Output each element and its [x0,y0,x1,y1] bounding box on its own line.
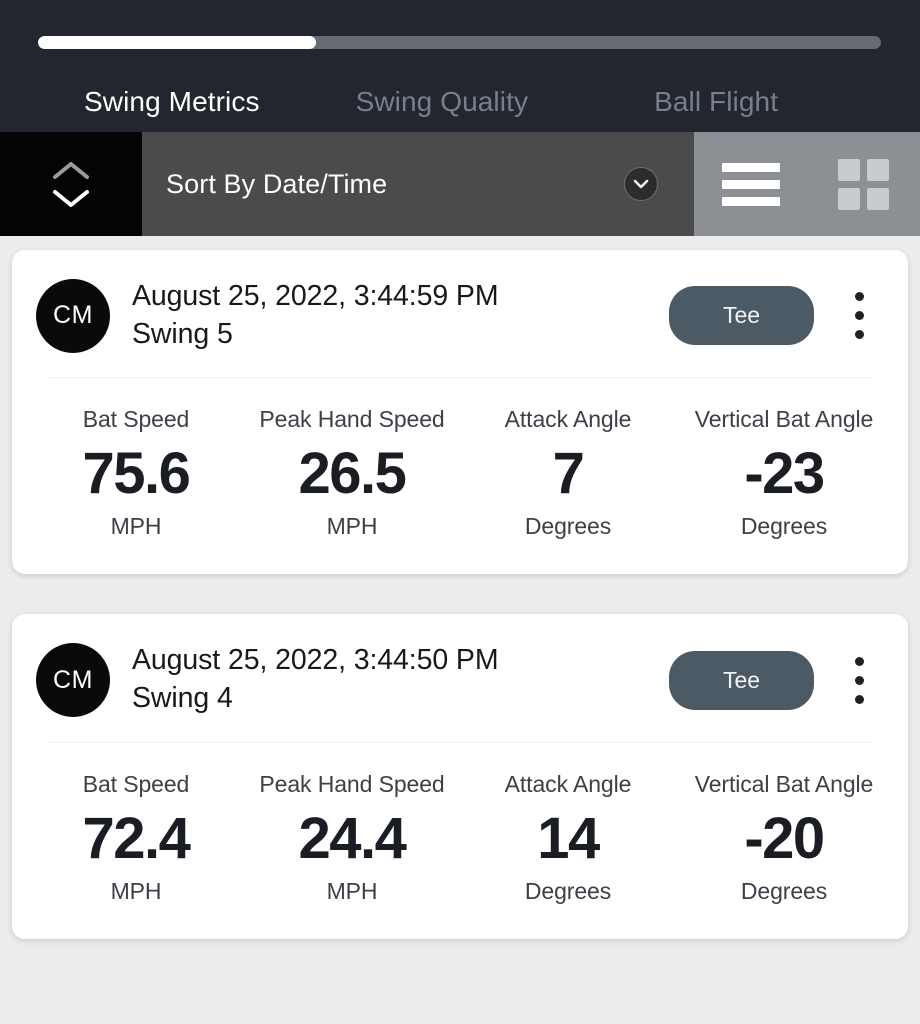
status-badge[interactable]: Tee [669,286,814,346]
chevron-up-icon [53,161,89,179]
metric-value: 7 [552,441,585,507]
metric-label: Attack Angle [504,770,632,797]
metric-value: 26.5 [298,441,407,507]
progress-bar [38,36,881,49]
list-view-icon [721,196,780,206]
metric-unit: Degrees [524,513,612,540]
status-badge[interactable]: Tee [669,650,814,710]
swing-name: Swing 5 [132,317,233,350]
metric-attack-angle: Attack Angle 7 Degrees [460,406,676,540]
swing-card-list: CM August 25, 2022, 3:44:59 PM Swing 5 T… [0,236,920,939]
tab-ball-flight[interactable]: Ball Flight [654,86,778,118]
kebab-menu-icon[interactable] [842,285,876,347]
sort-by-dropdown[interactable]: Sort By Date/Time [142,132,694,236]
metric-vertical-bat-angle: Vertical Bat Angle -23 Degrees [676,406,892,540]
metric-unit: MPH [110,877,162,904]
metric-value: 14 [537,805,600,871]
grid-view-icon [838,158,889,210]
chevron-down-icon [53,189,89,207]
metric-vertical-bat-angle: Vertical Bat Angle -20 Degrees [676,771,892,905]
list-toolbar: Sort By Date/Time [0,132,920,236]
swing-datetime: August 25, 2022, 3:44:59 PM [132,280,499,312]
metric-peak-hand-speed: Peak Hand Speed 26.5 MPH [244,406,460,540]
avatar: CM [36,643,110,718]
metric-unit: MPH [110,513,162,540]
metric-value: -23 [744,441,825,507]
list-view-icon [721,162,780,172]
swing-name: Swing 4 [132,682,233,715]
metric-label: Peak Hand Speed [259,770,445,797]
metric-unit: MPH [326,877,378,904]
metric-label: Vertical Bat Angle [694,406,874,433]
metric-unit: Degrees [740,513,828,540]
swing-card-header: CM August 25, 2022, 3:44:59 PM Swing 5 T… [12,250,908,377]
metric-label: Bat Speed [82,770,190,797]
swing-card-header: CM August 25, 2022, 3:44:50 PM Swing 4 T… [12,614,908,741]
metric-bat-speed: Bat Speed 75.6 MPH [28,406,244,540]
avatar: CM [36,278,110,353]
metric-label: Bat Speed [82,406,190,433]
metric-unit: MPH [326,513,378,540]
list-view-icon [721,179,780,189]
grid-view-button[interactable] [829,156,899,212]
metric-peak-hand-speed: Peak Hand Speed 24.4 MPH [244,771,460,905]
metric-unit: Degrees [524,877,612,904]
kebab-menu-icon[interactable] [842,649,876,711]
app-header: Swing Metrics Swing Quality Ball Flight [0,0,920,132]
metric-label: Peak Hand Speed [259,406,445,433]
sort-order-toggle-button[interactable] [0,132,142,236]
metric-attack-angle: Attack Angle 14 Degrees [460,771,676,905]
swing-metrics-row: Bat Speed 75.6 MPH Peak Hand Speed 26.5 … [12,378,908,574]
swing-card-title-block: August 25, 2022, 3:44:59 PM Swing 5 [132,278,669,353]
tab-swing-quality[interactable]: Swing Quality [356,86,529,118]
tab-swing-metrics[interactable]: Swing Metrics [84,86,260,118]
metric-value: 72.4 [82,805,191,871]
view-mode-toggles [694,132,920,236]
list-view-button[interactable] [716,156,786,212]
metric-label: Vertical Bat Angle [694,770,874,797]
metric-label: Attack Angle [504,406,632,433]
swing-datetime: August 25, 2022, 3:44:50 PM [132,644,499,677]
progress-bar-fill [38,36,317,49]
metric-value: 75.6 [82,441,191,507]
metric-value: -20 [744,805,825,871]
metric-bat-speed: Bat Speed 72.4 MPH [28,771,244,905]
chevron-down-icon [624,167,658,201]
swing-card-title-block: August 25, 2022, 3:44:50 PM Swing 4 [132,642,669,717]
metric-value: 24.4 [298,805,407,871]
tab-bar: Swing Metrics Swing Quality Ball Flight [0,72,920,132]
metric-unit: Degrees [740,877,828,904]
swing-metrics-row: Bat Speed 72.4 MPH Peak Hand Speed 24.4 … [12,743,908,939]
swing-card[interactable]: CM August 25, 2022, 3:44:59 PM Swing 5 T… [12,250,908,575]
sort-by-label: Sort By Date/Time [166,168,388,199]
swing-card[interactable]: CM August 25, 2022, 3:44:50 PM Swing 4 T… [12,614,908,939]
